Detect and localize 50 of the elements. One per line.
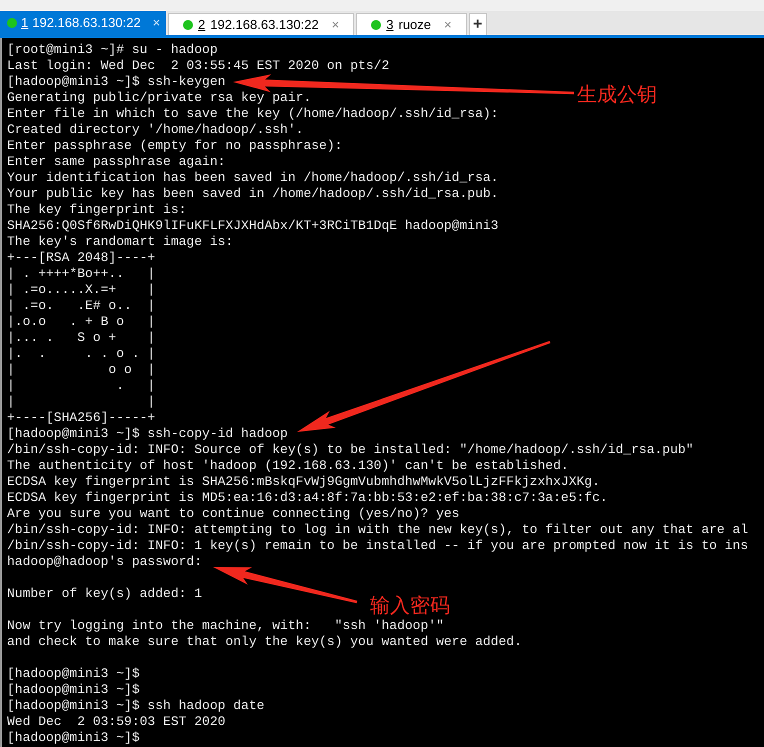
terminal-line: Are you sure you want to continue connecting (yes/no)? yes <box>7 506 460 522</box>
terminal-line: | . ++++*Bo++.. | <box>7 266 156 282</box>
terminal-line: and check to make sure that only the key(s) you wanted were added. <box>7 634 522 650</box>
terminal-line: |... . S o + | <box>7 330 156 346</box>
terminal-line: | . | <box>7 378 156 394</box>
terminal-line: Now try logging into the machine, with: "ssh 'hadoop'" <box>7 618 444 634</box>
annotation-label: 输入密码 <box>370 594 450 618</box>
terminal-line: ECDSA key fingerprint is SHA256:mBskqFvWj9GgmVubmhdhwMwkV5olLjzFFkjzxhxJXKg. <box>7 474 600 490</box>
terminal-line: Wed Dec 2 03:59:03 EST 2020 <box>7 714 226 730</box>
terminal-line: ECDSA key fingerprint is MD5:ea:16:d3:a4:8f:7a:bb:53:e2:ef:ba:38:c7:3a:e5:fc. <box>7 490 608 506</box>
terminal-line: The authenticity of host 'hadoop (192.168.63.130)' can't be established. <box>7 458 569 474</box>
terminal-line: The key's randomart image is: <box>7 234 234 250</box>
tab[interactable]: 2 192.168.63.130:22 × <box>168 13 354 35</box>
terminal-line: /bin/ssh-copy-id: INFO: Source of key(s) to be installed: "/home/hadoop/.ssh/id_rsa.pub" <box>7 442 694 458</box>
terminal-line: | .=o.....X.=+ | <box>7 282 156 298</box>
terminal-line: [hadoop@mini3 ~]$ ssh-keygen <box>7 74 226 90</box>
terminal-line: hadoop@hadoop's password: <box>7 554 202 570</box>
close-button[interactable]: × <box>144 13 160 33</box>
terminal-line: [hadoop@mini3 ~]$ ssh-copy-id hadoop <box>7 426 288 442</box>
terminal-line: Generating public/private rsa key pair. <box>7 90 312 106</box>
terminal-line: /bin/ssh-copy-id: INFO: attempting to log in with the new key(s), to filter out any that are al <box>7 522 748 538</box>
terminal-line: +---[RSA 2048]----+ <box>7 250 156 266</box>
tab[interactable]: 3 ruoze × <box>356 13 467 35</box>
close-button[interactable]: × <box>324 14 340 34</box>
terminal-line: The key fingerprint is: <box>7 202 186 218</box>
terminal-line: [root@mini3 ~]# su - hadoop <box>7 42 218 58</box>
terminal-line: +----[SHA256]-----+ <box>7 410 156 426</box>
annotation-label: 生成公钥 <box>577 83 657 107</box>
terminal-line: Enter file in which to save the key (/home/hadoop/.ssh/id_rsa): <box>7 106 498 122</box>
terminal-line: /bin/ssh-copy-id: INFO: 1 key(s) remain to be installed -- if you are prompted now it is to ins <box>7 538 748 554</box>
terminal-line: | .=o. .E# o.. | <box>7 298 156 314</box>
terminal-line: [hadoop@mini3 ~]$ <box>7 666 140 682</box>
terminal-line: |. . . . o . | <box>7 346 156 362</box>
terminal-line: |.o.o . + B o | <box>7 314 156 330</box>
terminal-line: Enter passphrase (empty for no passphrase): <box>7 138 342 154</box>
terminal-line: [hadoop@mini3 ~]$ <box>7 682 140 698</box>
terminal-line: SHA256:Q0Sf6RwDiQHK9lIFuKFLFXJXHdAbx/KT+3RCiTB1DqE hadoop@mini3 <box>7 218 498 234</box>
terminal-line: Last login: Wed Dec 2 03:55:45 EST 2020 on pts/2 <box>7 58 390 74</box>
terminal-line: [hadoop@mini3 ~]$ <box>7 730 140 746</box>
terminal-line: Your public key has been saved in /home/hadoop/.ssh/id_rsa.pub. <box>7 186 498 202</box>
terminal-line: Created directory '/home/hadoop/.ssh'. <box>7 122 304 138</box>
terminal-line: | o o | <box>7 362 156 378</box>
terminal-line: [hadoop@mini3 ~]$ ssh hadoop date <box>7 698 264 714</box>
terminal-line: Your identification has been saved in /home/hadoop/.ssh/id_rsa. <box>7 170 498 186</box>
tab[interactable]: 1 192.168.63.130:22 × <box>0 11 166 35</box>
close-button[interactable]: × <box>436 14 452 34</box>
terminal-line: | | <box>7 394 156 410</box>
terminal-line: Number of key(s) added: 1 <box>7 586 202 602</box>
new-tab-button[interactable]: + <box>468 13 487 35</box>
terminal-line: Enter same passphrase again: <box>7 154 226 170</box>
